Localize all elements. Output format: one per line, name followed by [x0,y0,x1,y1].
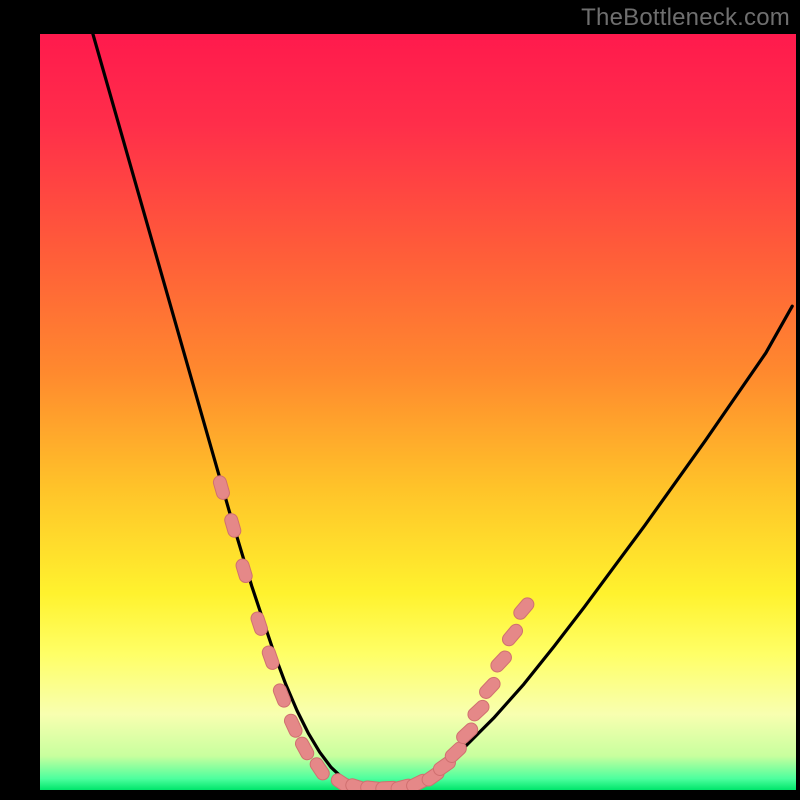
chart-frame: TheBottleneck.com [0,0,800,800]
watermark-label: TheBottleneck.com [581,4,790,32]
plot-area [40,34,796,790]
gradient-background [40,34,796,790]
chart-svg [40,34,796,790]
